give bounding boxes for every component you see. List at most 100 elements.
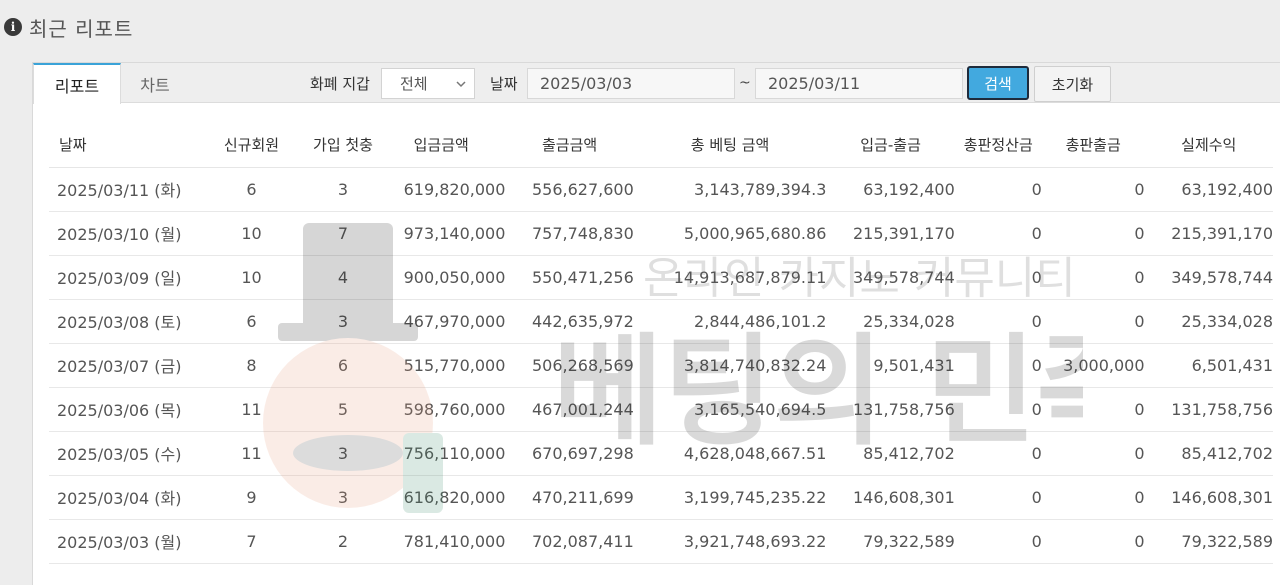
table-row: 2025/03/06 (목) 11 5 598,760,000 467,001,244 3… xyxy=(49,387,1273,432)
cell-total-bet: 14,913,687,879.11 xyxy=(633,255,827,300)
cell-total-bet: 3,143,789,394.3 xyxy=(633,167,827,212)
table-row: 2025/03/10 (월) 10 7 973,140,000 757,748,830 5… xyxy=(49,211,1273,256)
currency-select[interactable]: 전체 xyxy=(381,68,475,99)
cell-actual-profit: 215,391,170 xyxy=(1144,211,1273,256)
cell-first-deposit: 6 xyxy=(309,343,377,388)
cell-actual-profit: 25,334,028 xyxy=(1144,299,1273,344)
currency-select-value: 전체 xyxy=(400,75,428,93)
cell-distributor-settlement: 0 xyxy=(954,167,1042,212)
tab-chart[interactable]: 차트 xyxy=(121,63,189,104)
cell-date: 2025/03/10 (월) xyxy=(49,211,194,256)
cell-first-deposit: 3 xyxy=(309,431,377,476)
cell-deposit: 756,110,000 xyxy=(377,431,506,476)
cell-distributor-withdrawal: 0 xyxy=(1041,255,1145,300)
cell-new-members: 11 xyxy=(194,387,309,432)
cell-deposit: 900,050,000 xyxy=(377,255,506,300)
table-row: 2025/03/07 (금) 8 6 515,770,000 506,268,569 3,… xyxy=(49,343,1273,388)
cell-actual-profit: 63,192,400 xyxy=(1144,167,1273,212)
cell-distributor-withdrawal: 0 xyxy=(1041,387,1145,432)
cell-total-bet: 3,814,740,832.24 xyxy=(633,343,827,388)
cell-new-members: 7 xyxy=(194,519,309,564)
page-header: i 최근 리포트 xyxy=(4,12,133,42)
cell-deposit: 616,820,000 xyxy=(377,475,506,520)
cell-distributor-withdrawal: 0 xyxy=(1041,167,1145,212)
cell-actual-profit: 146,608,301 xyxy=(1144,475,1273,520)
cell-distributor-withdrawal: 0 xyxy=(1041,299,1145,344)
cell-first-deposit: 7 xyxy=(309,211,377,256)
cell-first-deposit: 3 xyxy=(309,475,377,520)
header-actual-profit: 실제수익 xyxy=(1144,122,1273,168)
cell-withdrawal: 702,087,411 xyxy=(505,519,634,564)
cell-actual-profit: 79,322,589 xyxy=(1144,519,1273,564)
cell-withdrawal: 670,697,298 xyxy=(505,431,634,476)
cell-actual-profit: 6,501,431 xyxy=(1144,343,1273,388)
report-panel: 리포트 차트 화폐 지갑 전체 날짜 ~ 검색 초기화 날짜 신규회원 가입 첫… xyxy=(32,62,1280,585)
cell-date: 2025/03/07 (금) xyxy=(49,343,194,388)
header-distributor-withdrawal: 총판출금 xyxy=(1041,122,1145,168)
end-date-input[interactable] xyxy=(755,68,963,99)
cell-distributor-settlement: 0 xyxy=(954,255,1042,300)
cell-distributor-withdrawal: 3,000,000 xyxy=(1041,343,1145,388)
cell-withdrawal: 757,748,830 xyxy=(505,211,634,256)
page-title: 최근 리포트 xyxy=(29,16,134,41)
cell-new-members: 6 xyxy=(194,299,309,344)
cell-distributor-settlement: 0 xyxy=(954,343,1042,388)
header-distributor-settlement: 총판정산금 xyxy=(954,122,1042,168)
cell-date: 2025/03/04 (화) xyxy=(49,475,194,520)
cell-distributor-settlement: 0 xyxy=(954,431,1042,476)
tab-report[interactable]: 리포트 xyxy=(33,63,121,104)
date-label: 날짜 xyxy=(490,74,518,93)
cell-net: 79,322,589 xyxy=(826,519,955,564)
table-header-row: 날짜 신규회원 가입 첫충 입금금액 출금금액 총 베팅 금액 입금-출금 총판… xyxy=(49,122,1273,168)
search-button[interactable]: 검색 xyxy=(967,66,1029,100)
reset-button[interactable]: 초기화 xyxy=(1034,66,1111,102)
cell-distributor-withdrawal: 0 xyxy=(1041,475,1145,520)
start-date-input[interactable] xyxy=(527,68,735,99)
cell-net: 349,578,744 xyxy=(826,255,955,300)
cell-date: 2025/03/11 (화) xyxy=(49,167,194,212)
cell-net: 146,608,301 xyxy=(826,475,955,520)
cell-first-deposit: 2 xyxy=(309,519,377,564)
cell-withdrawal: 467,001,244 xyxy=(505,387,634,432)
cell-total-bet: 3,199,745,235.22 xyxy=(633,475,827,520)
cell-actual-profit: 85,412,702 xyxy=(1144,431,1273,476)
header-new-members: 신규회원 xyxy=(194,122,309,168)
cell-actual-profit: 349,578,744 xyxy=(1144,255,1273,300)
date-range-separator: ~ xyxy=(739,75,751,91)
cell-deposit: 598,760,000 xyxy=(377,387,506,432)
cell-total-bet: 3,165,540,694.5 xyxy=(633,387,827,432)
cell-deposit: 467,970,000 xyxy=(377,299,506,344)
table-row: 2025/03/09 (일) 10 4 900,050,000 550,471,256 1… xyxy=(49,255,1273,300)
cell-total-bet: 2,844,486,101.2 xyxy=(633,299,827,344)
cell-distributor-withdrawal: 0 xyxy=(1041,211,1145,256)
cell-withdrawal: 506,268,569 xyxy=(505,343,634,388)
report-table-body: 2025/03/11 (화) 6 3 619,820,000 556,627,600 3,… xyxy=(49,167,1273,564)
cell-first-deposit: 4 xyxy=(309,255,377,300)
info-icon: i xyxy=(4,18,22,36)
header-date: 날짜 xyxy=(49,122,194,168)
cell-date: 2025/03/06 (목) xyxy=(49,387,194,432)
cell-deposit: 781,410,000 xyxy=(377,519,506,564)
cell-new-members: 8 xyxy=(194,343,309,388)
cell-new-members: 10 xyxy=(194,211,309,256)
cell-new-members: 10 xyxy=(194,255,309,300)
chevron-down-icon xyxy=(456,81,466,88)
cell-new-members: 11 xyxy=(194,431,309,476)
cell-date: 2025/03/09 (일) xyxy=(49,255,194,300)
cell-new-members: 6 xyxy=(194,167,309,212)
header-total-bet: 총 베팅 금액 xyxy=(633,122,827,168)
cell-net: 215,391,170 xyxy=(826,211,955,256)
currency-label: 화폐 지갑 xyxy=(310,74,370,93)
cell-deposit: 619,820,000 xyxy=(377,167,506,212)
header-deposit: 입금금액 xyxy=(377,122,506,168)
table-row: 2025/03/05 (수) 11 3 756,110,000 670,697,298 4… xyxy=(49,431,1273,476)
cell-deposit: 515,770,000 xyxy=(377,343,506,388)
cell-net: 9,501,431 xyxy=(826,343,955,388)
cell-net: 85,412,702 xyxy=(826,431,955,476)
cell-distributor-withdrawal: 0 xyxy=(1041,519,1145,564)
report-table: 날짜 신규회원 가입 첫충 입금금액 출금금액 총 베팅 금액 입금-출금 총판… xyxy=(49,122,1273,564)
cell-withdrawal: 550,471,256 xyxy=(505,255,634,300)
toolbar: 리포트 차트 화폐 지갑 전체 날짜 ~ 검색 초기화 xyxy=(33,63,1280,104)
cell-total-bet: 5,000,965,680.86 xyxy=(633,211,827,256)
header-net: 입금-출금 xyxy=(826,122,955,168)
